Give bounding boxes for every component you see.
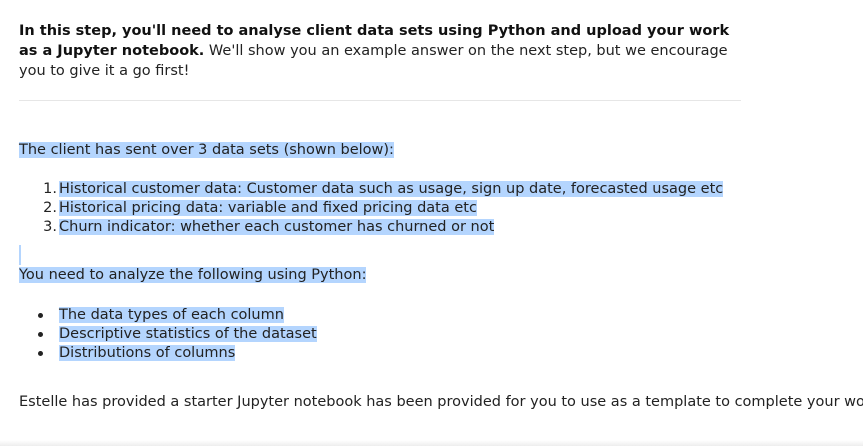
- list-item-text: The data types of each column: [59, 307, 284, 323]
- data-sets-heading-text: The client has sent over 3 data sets (sh…: [19, 142, 394, 158]
- list-item: 2. Historical pricing data: variable and…: [19, 199, 723, 218]
- starter-notebook-paragraph: Estelle has provided a starter Jupyter n…: [19, 394, 863, 410]
- list-item-text: Historical pricing data: variable and fi…: [59, 200, 477, 216]
- data-sets-heading: The client has sent over 3 data sets (sh…: [19, 140, 394, 160]
- analysis-heading-text: You need to analyze the following using …: [19, 267, 367, 283]
- bullet-icon: [38, 313, 43, 318]
- data-sets-list: 1. Historical customer data: Customer da…: [19, 180, 724, 237]
- list-item: 1. Historical customer data: Customer da…: [19, 180, 724, 199]
- list-item: Descriptive statistics of the dataset: [19, 325, 317, 344]
- list-item-text: Distributions of columns: [59, 345, 236, 361]
- list-item: 3. Churn indicator: whether each custome…: [19, 218, 723, 237]
- bottom-edge-shadow: [0, 440, 863, 446]
- list-item: Distributions of columns: [19, 344, 317, 363]
- analysis-heading: You need to analyze the following using …: [19, 265, 367, 285]
- analysis-list: The data types of each column Descriptiv…: [19, 306, 317, 363]
- list-item-text: Descriptive statistics of the dataset: [59, 326, 317, 342]
- list-item-text: Churn indicator: whether each customer h…: [59, 219, 495, 235]
- page: { "intro": { "bold": "In this step, you'…: [0, 0, 863, 446]
- list-item-number: 1.: [43, 181, 57, 197]
- selection-marker: [19, 245, 21, 265]
- list-item: The data types of each column: [19, 306, 317, 325]
- intro-paragraph: In this step, you'll need to analyse cli…: [19, 21, 743, 81]
- list-item-number: 2.: [43, 200, 57, 216]
- bullet-icon: [38, 332, 43, 337]
- list-item-number: 3.: [43, 219, 57, 235]
- bullet-icon: [38, 351, 43, 356]
- section-divider: [19, 100, 741, 101]
- list-item-text: Historical customer data: Customer data …: [59, 181, 724, 197]
